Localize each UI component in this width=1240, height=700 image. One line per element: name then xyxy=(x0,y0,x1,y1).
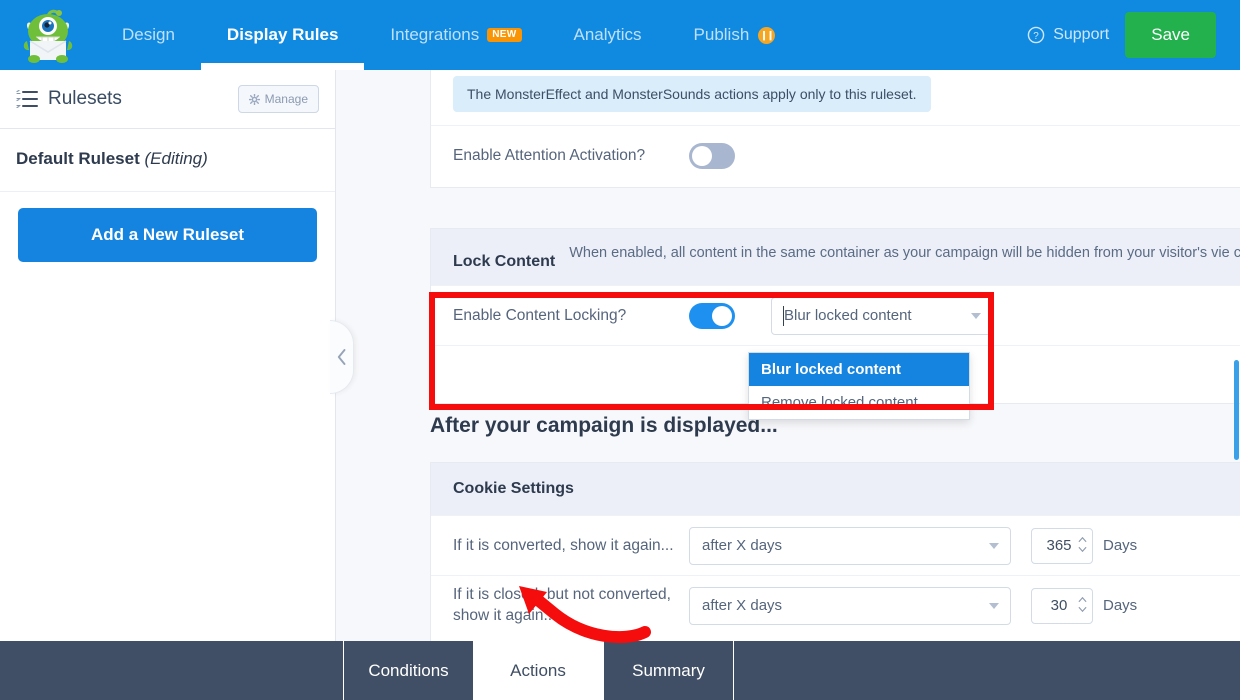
content-locking-toggle[interactable] xyxy=(689,302,735,329)
attention-activation-row: Enable Attention Activation? xyxy=(431,125,1240,185)
converted-timing-select[interactable]: after X days xyxy=(689,526,1011,565)
closed-days-stepper[interactable]: 30 xyxy=(1031,587,1093,624)
nav-item-list: Design Display Rules Integrations NEW An… xyxy=(96,0,1027,70)
ruleset-list-item-default[interactable]: Default Ruleset (Editing) xyxy=(0,129,335,192)
chevron-up-icon[interactable] xyxy=(1078,536,1087,543)
ruleset-name: Default Ruleset (Editing) xyxy=(16,149,319,169)
pause-status-badge-icon: ❙❙ xyxy=(758,26,776,44)
chevron-down-icon xyxy=(989,602,999,609)
chevron-left-icon xyxy=(337,349,345,365)
nav-item-integrations[interactable]: Integrations NEW xyxy=(364,0,547,70)
closed-days-unit: Days xyxy=(1103,597,1138,614)
dropdown-option-blur-locked-content[interactable]: Blur locked content xyxy=(749,353,969,386)
nav-item-label: Display Rules xyxy=(226,25,339,44)
closed-label: If it is closed, but not converted, show… xyxy=(453,586,671,624)
question-circle-icon: ? xyxy=(1027,26,1045,44)
optinmonster-logo[interactable] xyxy=(0,0,96,70)
nav-item-label: Integrations xyxy=(390,25,480,44)
nav-item-design[interactable]: Design xyxy=(96,0,201,70)
closed-timing-select[interactable]: after X days xyxy=(689,586,1011,625)
lock-content-band: Lock Content When enabled, all content i… xyxy=(431,229,1240,285)
converted-label: If it is converted, show it again... xyxy=(453,536,674,554)
toggle-knob xyxy=(692,145,712,166)
tab-actions[interactable]: Actions xyxy=(473,641,603,700)
after-displayed-heading: After your campaign is displayed... xyxy=(430,414,778,437)
cookie-settings-band: Cookie Settings xyxy=(431,463,1240,515)
lock-content-title: Lock Content xyxy=(453,253,556,270)
stepper-arrows[interactable] xyxy=(1078,536,1087,553)
optinmonster-campaign-editor: Design Display Rules Integrations NEW An… xyxy=(0,0,1240,700)
cookie-row-closed: If it is closed, but not converted, show… xyxy=(431,575,1240,635)
text-cursor xyxy=(783,305,784,326)
converted-days-unit: Days xyxy=(1103,537,1138,554)
main-content-panel: The MonsterEffect and MonsterSounds acti… xyxy=(336,70,1240,641)
chevron-up-icon[interactable] xyxy=(1078,596,1087,603)
content-locking-label: Enable Content Locking? xyxy=(453,306,627,324)
info-note-row: The MonsterEffect and MonsterSounds acti… xyxy=(431,70,1240,125)
nav-item-label: Analytics xyxy=(573,25,642,44)
add-new-ruleset-button[interactable]: Add a New Ruleset xyxy=(18,208,317,262)
attention-activation-toggle[interactable] xyxy=(689,142,735,169)
lock-mode-dropdown-options[interactable]: Blur locked content Remove locked conten… xyxy=(748,352,970,420)
new-badge: NEW xyxy=(487,28,522,42)
manage-label: Manage xyxy=(264,92,308,106)
tab-summary[interactable]: Summary xyxy=(603,641,733,700)
lock-mode-select[interactable]: Blur locked content xyxy=(771,296,993,335)
lock-content-description: When enabled, all content in the same co… xyxy=(569,245,1240,261)
sidebar-header: Rulesets Manage xyxy=(0,70,335,129)
ruleset-state-text: (Editing) xyxy=(144,149,208,168)
nav-item-label: Publish xyxy=(693,25,750,44)
gear-icon xyxy=(248,93,260,105)
top-navigation-bar: Design Display Rules Integrations NEW An… xyxy=(0,0,1240,70)
attention-activation-label: Enable Attention Activation? xyxy=(453,146,646,164)
cookie-settings-title: Cookie Settings xyxy=(453,480,574,497)
rulesets-sidebar: Rulesets Manage Default Ruleset (Editing… xyxy=(0,70,336,641)
manage-rulesets-button[interactable]: Manage xyxy=(237,85,319,113)
ruleset-scope-note: The MonsterEffect and MonsterSounds acti… xyxy=(453,76,931,112)
closed-timing-value: after X days xyxy=(702,597,783,614)
content-locking-row: Enable Content Locking? Blur locked cont… xyxy=(431,285,1240,345)
chevron-down-icon xyxy=(971,312,981,319)
nav-item-display-rules[interactable]: Display Rules xyxy=(200,0,365,70)
nav-item-label: Design xyxy=(122,25,175,44)
bottom-bar-remainder xyxy=(733,641,1240,700)
save-button[interactable]: Save xyxy=(1125,12,1216,58)
bottom-tab-bar: Conditions Actions Summary xyxy=(0,641,1240,700)
lock-mode-selected-value: Blur locked content xyxy=(784,307,912,324)
chevron-down-icon[interactable] xyxy=(1078,546,1087,553)
converted-days-stepper[interactable]: 365 xyxy=(1031,527,1093,564)
converted-timing-value: after X days xyxy=(702,537,783,554)
support-label: Support xyxy=(1053,26,1110,43)
stepper-arrows[interactable] xyxy=(1078,596,1087,613)
chevron-down-icon xyxy=(989,542,999,549)
toggle-knob xyxy=(712,305,732,326)
svg-text:?: ? xyxy=(1033,31,1039,42)
cookie-row-converted: If it is converted, show it again... aft… xyxy=(431,515,1240,575)
monster-effects-card: The MonsterEffect and MonsterSounds acti… xyxy=(430,70,1240,188)
nav-item-publish[interactable]: Publish ❙❙ xyxy=(668,0,802,70)
ruleset-name-text: Default Ruleset xyxy=(16,149,140,168)
nav-right-actions: ? Support Save xyxy=(1027,0,1240,70)
sidebar-title: Rulesets xyxy=(48,88,122,109)
nav-item-analytics[interactable]: Analytics xyxy=(548,0,668,70)
dropdown-option-remove-locked-content[interactable]: Remove locked content xyxy=(749,386,969,419)
bottom-bar-spacer xyxy=(0,641,343,700)
list-ordered-icon xyxy=(16,90,38,108)
main-vertical-scrollbar[interactable] xyxy=(1234,360,1239,460)
optinmonster-logo-icon xyxy=(23,9,73,63)
chevron-down-icon[interactable] xyxy=(1078,606,1087,613)
add-ruleset-container: Add a New Ruleset xyxy=(0,192,335,278)
cookie-settings-card: Cookie Settings If it is converted, show… xyxy=(430,462,1240,641)
support-link[interactable]: ? Support xyxy=(1027,26,1109,44)
tab-conditions[interactable]: Conditions xyxy=(343,641,473,700)
